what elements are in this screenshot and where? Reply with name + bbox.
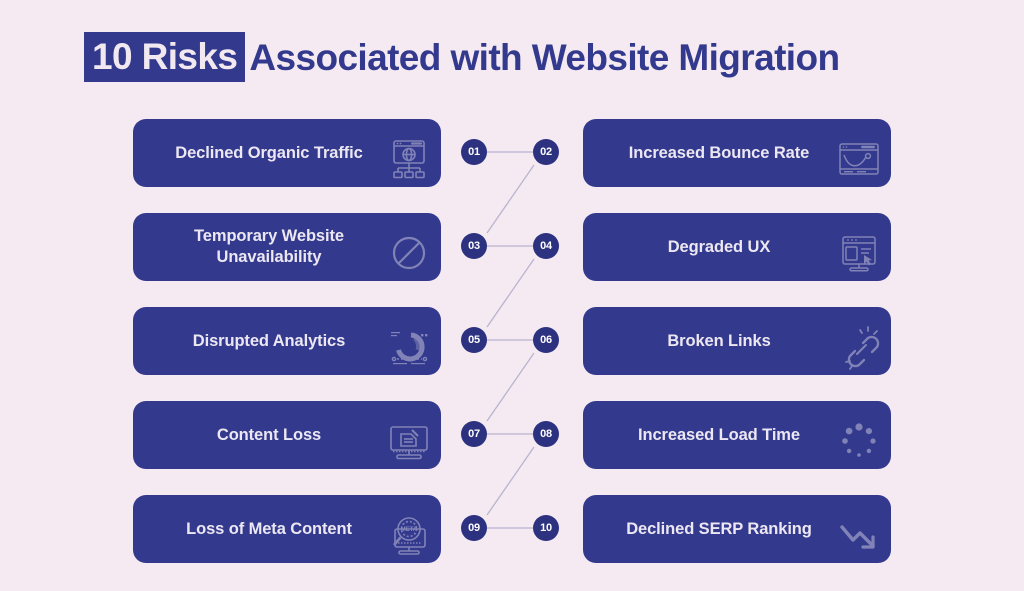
loading-spinner-icon — [835, 417, 883, 465]
risk-card-05[interactable]: Disrupted Analytics — [133, 307, 441, 375]
sitemap-globe-icon — [385, 135, 433, 183]
step-number-06: 06 — [533, 327, 559, 353]
no-entry-icon — [385, 229, 433, 277]
step-number-03: 03 — [461, 233, 487, 259]
meta-search-icon: META — [385, 511, 433, 559]
step-number-10: 10 — [533, 515, 559, 541]
risk-card-label: Increased Bounce Rate — [628, 143, 810, 162]
connector-08-09 — [486, 446, 535, 516]
risk-card-label: Disrupted Analytics — [192, 331, 346, 350]
risk-card-label: Loss of Meta Content — [186, 519, 352, 538]
infographic-root: 10 Risks Associated with Website Migrati… — [0, 0, 1024, 591]
risk-card-03[interactable]: Temporary Website Unavailability — [133, 213, 441, 281]
svg-text:META: META — [401, 527, 418, 533]
down-trend-arrow-icon — [835, 511, 883, 559]
step-number-02: 02 — [533, 139, 559, 165]
step-number-01: 01 — [461, 139, 487, 165]
risk-card-label: Declined Organic Traffic — [175, 143, 363, 162]
ux-cursor-icon — [835, 229, 883, 277]
risk-card-04[interactable]: Degraded UX — [583, 213, 891, 281]
bounce-chart-icon — [835, 135, 883, 183]
risk-card-01[interactable]: Declined Organic Traffic — [133, 119, 441, 187]
risk-card-09[interactable]: Loss of Meta Content META — [133, 495, 441, 563]
connector-02-03 — [486, 164, 535, 234]
risk-card-08[interactable]: Increased Load Time — [583, 401, 891, 469]
step-number-04: 04 — [533, 233, 559, 259]
risk-card-label: Broken Links — [667, 331, 771, 350]
connector-04-05 — [486, 258, 535, 328]
step-number-07: 07 — [461, 421, 487, 447]
title-rest: Associated with Website Migration — [249, 36, 840, 78]
risk-card-label: Increased Load Time — [638, 425, 800, 444]
page-title: 10 Risks Associated with Website Migrati… — [84, 30, 840, 84]
risk-card-label: Degraded UX — [667, 237, 771, 256]
step-number-05: 05 — [461, 327, 487, 353]
risk-card-02[interactable]: Increased Bounce Rate — [583, 119, 891, 187]
risk-card-07[interactable]: Content Loss — [133, 401, 441, 469]
broken-link-icon — [835, 323, 883, 371]
title-highlight: 10 Risks — [84, 32, 246, 82]
risk-card-label: Declined SERP Ranking — [626, 519, 812, 538]
connector-06-07 — [486, 352, 535, 422]
risk-card-10[interactable]: Declined SERP Ranking — [583, 495, 891, 563]
step-number-09: 09 — [461, 515, 487, 541]
risk-card-label: Content Loss — [216, 425, 322, 444]
donut-chart-icon — [385, 323, 433, 371]
monitor-document-icon — [385, 417, 433, 465]
risk-card-06[interactable]: Broken Links — [583, 307, 891, 375]
risk-card-label: Temporary Website Unavailability — [194, 227, 344, 266]
step-number-08: 08 — [533, 421, 559, 447]
